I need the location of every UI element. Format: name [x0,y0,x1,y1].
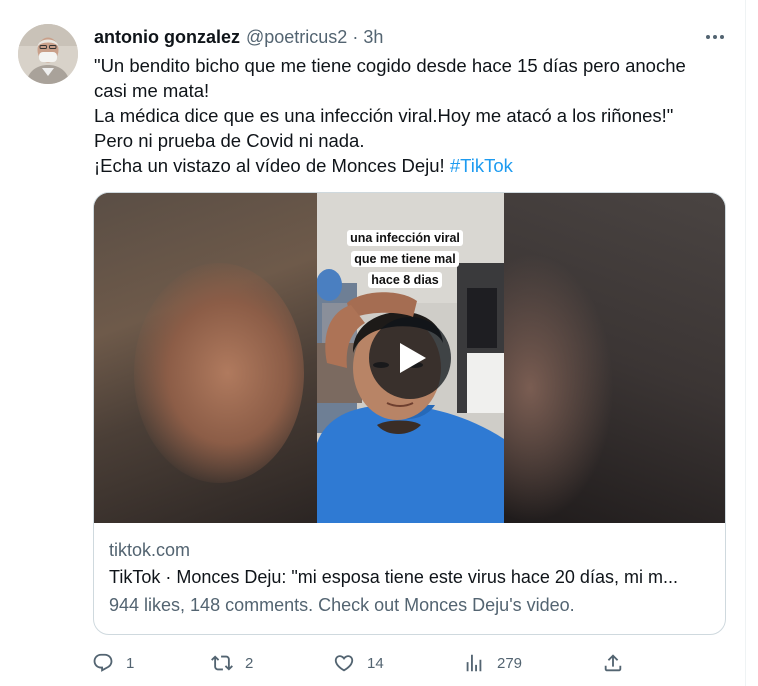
tweet-actions: 1 2 14 279 [92,648,632,678]
views-count: 279 [497,654,523,672]
like-count: 14 [367,654,384,672]
reply-count: 1 [126,654,135,672]
tweet-line-text: ¡Echa un vistazo al vídeo de Monces Deju… [94,155,450,176]
tweet-page: antonio gonzalez @poetricus2 · 3h "Un be… [0,0,758,686]
share-icon [604,654,622,672]
tweet-text: "Un bendito bicho que me tiene cogido de… [94,53,734,178]
avatar[interactable] [18,24,78,84]
card-meta: tiktok.com TikTok · Monces Deju: "mi esp… [109,537,709,619]
column-border [745,0,746,686]
tweet-line: La médica dice que es una infección vira… [94,105,674,126]
play-button[interactable] [369,317,451,399]
share-button[interactable] [602,648,624,678]
hashtag-link[interactable]: #TikTok [450,155,513,176]
retweet-button[interactable]: 2 [211,648,253,678]
reply-button[interactable]: 1 [92,648,134,678]
video-caption-overlay: una infección viral que me tiene mal hac… [340,228,470,291]
views-icon [466,654,482,672]
views-button[interactable]: 279 [463,648,522,678]
heart-icon [334,655,354,672]
blurred-background-left [94,193,317,523]
separator-dot: · [352,26,359,47]
tweet-header: antonio gonzalez @poetricus2 · 3h [94,26,383,48]
play-icon [400,343,426,373]
author-name[interactable]: antonio gonzalez [94,27,240,48]
tweet-line: "Un bendito bicho que me tiene cogido de… [94,55,686,76]
video-caption-line: una infección viral [347,230,463,246]
link-card[interactable]: una infección viral que me tiene mal hac… [93,192,726,635]
reply-icon [93,653,113,672]
retweet-icon [211,655,233,671]
video-caption-line: que me tiene mal [351,251,459,267]
card-domain: tiktok.com [109,540,191,560]
card-description: 944 likes, 148 comments. Check out Monce… [109,595,575,615]
blurred-background-right [474,193,725,523]
tweet-timestamp[interactable]: 3h [363,27,383,48]
tweet-line: casi me mata! [94,80,210,101]
card-title: TikTok · Monces Deju: "mi esposa tiene e… [109,567,678,587]
video-thumbnail[interactable]: una infección viral que me tiene mal hac… [94,193,725,523]
more-options-button[interactable] [702,29,728,45]
like-button[interactable]: 14 [333,648,384,678]
author-handle[interactable]: @poetricus2 [246,27,347,48]
more-icon [705,35,726,39]
tweet-line: ¡Echa un vistazo al vídeo de Monces Deju… [94,153,734,178]
tweet-line: Pero ni prueba de Covid ni nada. [94,130,365,151]
video-caption-line: hace 8 dias [368,272,442,288]
retweet-count: 2 [245,654,254,672]
